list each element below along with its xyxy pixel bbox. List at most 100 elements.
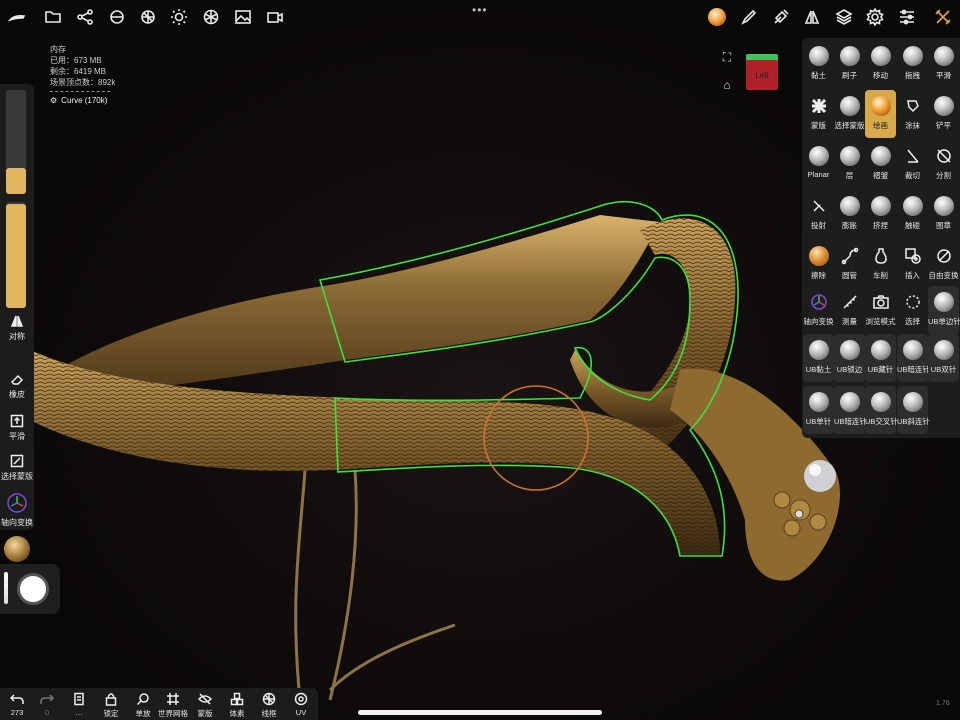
tool-icon [871,292,891,312]
tool-13[interactable]: 裁切 [897,140,928,188]
settings-icon[interactable] [864,6,886,28]
scene-icon[interactable] [106,6,128,28]
home-icon[interactable]: ⌂ [720,78,734,92]
lock-button[interactable]: 锁定 [96,692,126,719]
material-preview-icon[interactable] [706,6,728,28]
tool-23[interactable]: 插入 [897,240,928,288]
tool-icon [903,146,923,166]
symmetry-label: 对称 [9,332,25,341]
gizmo-icon [6,492,28,514]
tool-17[interactable]: 挤捏 [865,190,896,238]
tool-31[interactable]: UB锁边 [834,334,865,382]
tool-label: 投射 [811,221,826,230]
image-icon[interactable] [232,6,254,28]
tool-7[interactable]: 绘画 [865,90,896,138]
tool-36[interactable]: UB暗连针 [834,386,867,434]
symmetry-button[interactable]: 对称 [0,314,34,342]
uv-icon [294,692,308,706]
solo-button[interactable]: 单放 [128,692,158,719]
memory-stats: 内存 已用：673 MB 剩余：6419 MB 场景顶点数：892k ⚙ Cur… [50,44,115,106]
voxel-button[interactable]: 体素 [222,692,252,719]
world-grid-button[interactable]: 世界网格 [158,692,188,719]
folder-icon[interactable] [42,6,64,28]
tool-3[interactable]: 拖拽 [897,40,928,88]
tool-14[interactable]: 分割 [928,140,959,188]
tool-icon [903,246,923,266]
tool-16[interactable]: 膨胀 [834,190,865,238]
wireframe-icon [262,692,276,706]
tool-4[interactable]: 平滑 [928,40,959,88]
tool-26[interactable]: 测量 [834,286,865,334]
select-mask-button[interactable]: 选择蒙版 [0,454,34,482]
tool-20[interactable]: 擦除 [803,240,834,288]
mask-toggle-button[interactable]: 蒙版 [190,692,220,719]
tool-icon [839,196,860,216]
uv-button[interactable]: UV [286,692,316,717]
symmetry-icon[interactable] [801,6,823,28]
tool-35[interactable]: UB单针 [803,386,834,434]
eyedropper-icon[interactable] [770,6,792,28]
grid-sphere-icon[interactable] [137,6,159,28]
tool-5[interactable]: 蒙版 [803,90,834,138]
lock-icon [104,692,118,706]
color-slider[interactable] [4,572,8,604]
smooth-button[interactable]: 平滑 [0,414,34,442]
tool-0[interactable]: 黏土 [803,40,834,88]
tool-28[interactable]: 选择 [897,286,928,334]
wireframe-button[interactable]: 线框 [254,692,284,719]
home-indicator[interactable] [358,710,602,715]
tools-panel: 黏土 刷子 移动 拖拽 平滑蒙版 选择蒙版 绘画 涂抹 铲平 Planar 层 褶皱 裁切 分割投射 膨胀 挤… [802,38,960,438]
tool-10[interactable]: Planar [803,140,834,188]
tool-6[interactable]: 选择蒙版 [834,90,865,138]
tool-12[interactable]: 褶皱 [865,140,896,188]
gizmo-label: 轴向变换 [1,518,33,527]
sliders-icon[interactable] [896,6,918,28]
tool-32[interactable]: UB藏针 [865,334,896,382]
tool-37[interactable]: UB交叉针 [865,386,898,434]
fullscreen-icon[interactable]: ⛶ [720,50,734,64]
material-ball-icon[interactable] [4,536,30,562]
tool-1[interactable]: 刷子 [834,40,865,88]
brush-logo-icon[interactable] [6,6,28,28]
color-swatch[interactable] [17,573,49,605]
notes-button[interactable]: … [64,692,94,717]
video-icon[interactable] [264,6,286,28]
tool-27[interactable]: 浏览模式 [865,286,896,334]
tool-30[interactable]: UB黏土 [803,334,834,382]
tool-icon [839,340,860,360]
light-icon[interactable] [168,6,190,28]
tool-label: UB暗连针 [834,417,867,426]
tool-icon [902,340,923,360]
layers-icon[interactable] [833,6,855,28]
tool-34[interactable]: UB双针 [928,334,959,382]
brush-pen-icon[interactable] [738,6,760,28]
navigation-cube[interactable]: Left [746,54,778,90]
tool-19[interactable]: 图章 [928,190,959,238]
tool-15[interactable]: 投射 [803,190,834,238]
tool-label: 移动 [873,71,888,80]
undo-button[interactable]: 273 [2,692,32,717]
tool-29[interactable]: UB单边针 [928,286,960,334]
gizmo-button[interactable]: 轴向变换 [0,492,34,528]
redo-button[interactable]: 0 [32,692,62,717]
tool-21[interactable]: 圆管 [834,240,865,288]
tool-33[interactable]: UB暗连针 [897,334,930,382]
tool-18[interactable]: 触碰 [897,190,928,238]
share-icon[interactable] [74,6,96,28]
tool-2[interactable]: 移动 [865,40,896,88]
eraser-button[interactable]: 橡皮 [0,372,34,400]
material-icon[interactable] [200,6,222,28]
mesh-entry[interactable]: ⚙ Curve (170k) [50,95,115,106]
more-dots-icon[interactable]: ••• [472,3,488,17]
tool-38[interactable]: UB斜连针 [897,386,930,434]
tool-9[interactable]: 铲平 [928,90,959,138]
magnifier-icon [136,692,150,706]
tools-icon[interactable] [932,6,954,28]
tool-8[interactable]: 涂抹 [897,90,928,138]
tool-24[interactable]: 自由变换 [928,240,959,288]
tool-25[interactable]: 轴向变换 [803,286,834,334]
tool-22[interactable]: 车削 [865,240,896,288]
tool-icon [870,96,891,116]
color-panel[interactable] [0,564,60,614]
tool-11[interactable]: 层 [834,140,865,188]
